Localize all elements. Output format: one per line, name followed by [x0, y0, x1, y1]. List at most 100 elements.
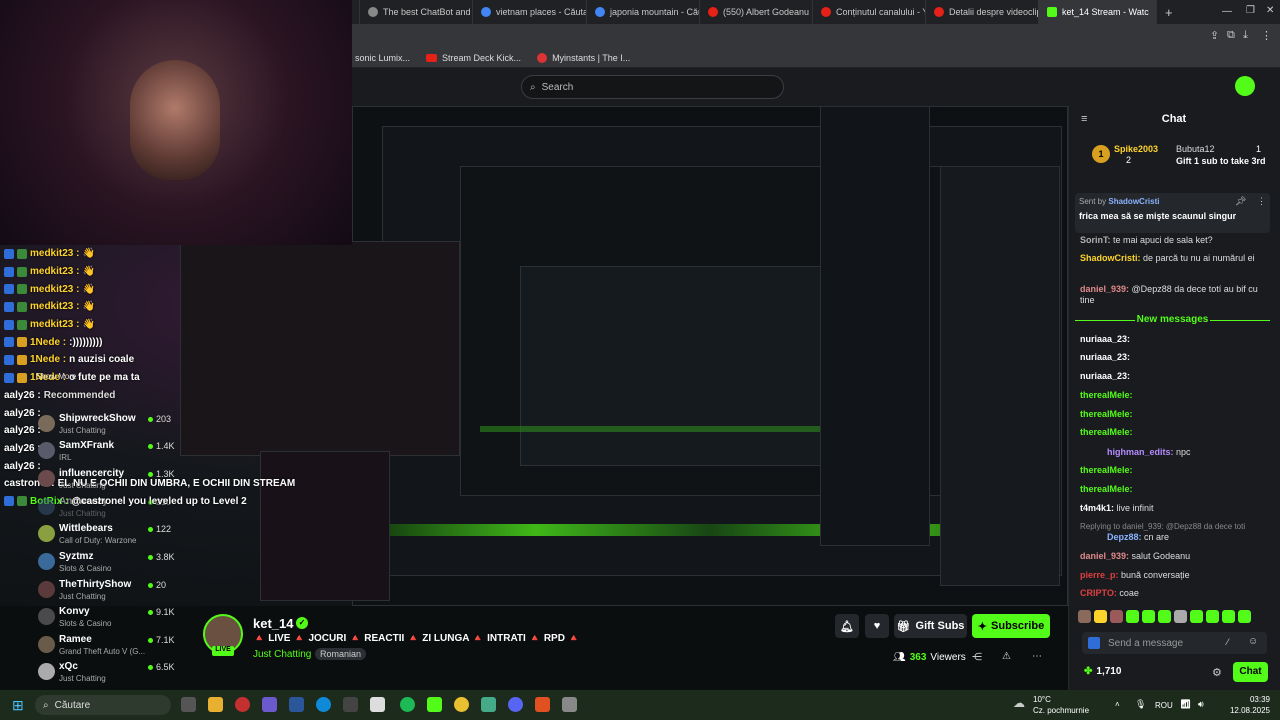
- gift-subs-button[interactable]: 🎁︎ Gift Subs: [894, 614, 967, 638]
- microphone-icon[interactable]: 🎙︎: [1135, 699, 1146, 710]
- user-avatar[interactable]: [1235, 76, 1255, 96]
- recommended-channel[interactable]: influencercity Just Chatting 1.3K: [38, 466, 178, 493]
- streamer-face: [130, 60, 220, 180]
- recommended-channel[interactable]: SamXFrank IRL 1.4K: [38, 438, 178, 465]
- weather-widget[interactable]: 10°C Cz. pochmurnie: [1033, 694, 1089, 716]
- menu-icon[interactable]: ⋮: [1261, 29, 1272, 42]
- store-icon[interactable]: [370, 697, 385, 712]
- tab-vietnam[interactable]: vietnam places - Căuta: [473, 0, 587, 24]
- emote-icon[interactable]: [1142, 610, 1155, 623]
- edge-icon[interactable]: [316, 697, 331, 712]
- tab-albert[interactable]: (550) Albert Godeanu: [700, 0, 813, 24]
- chat-input[interactable]: Send a message ⁄ ☺: [1082, 632, 1267, 654]
- close-icon[interactable]: ✕: [1266, 5, 1274, 16]
- emote-icon[interactable]: [1078, 610, 1091, 623]
- volume-icon[interactable]: 🔊︎: [1198, 699, 1204, 710]
- overlay-chat-line: medkit23 : 👋: [0, 316, 290, 334]
- badge-icon: [17, 266, 27, 277]
- chat-message: nuriaaa_23:: [1080, 371, 1131, 381]
- badge-icon: [4, 372, 14, 383]
- chrome-icon[interactable]: [454, 697, 469, 712]
- more-options-icon[interactable]: ⋯: [1032, 651, 1042, 662]
- emote-icon[interactable]: [1174, 610, 1187, 623]
- recommended-channel[interactable]: Wittlebears Call of Duty: Warzone 122: [38, 521, 178, 548]
- subscribe-button[interactable]: ✦ Subscribe: [972, 614, 1050, 638]
- show-more-link[interactable]: Show More: [36, 372, 76, 381]
- notification-button[interactable]: 🔔︎: [835, 614, 859, 638]
- tab-continutul[interactable]: Conținutul canalului - Y: [813, 0, 926, 24]
- recommended-channel[interactable]: xQc Just Chatting 6.5K: [38, 659, 178, 686]
- app-icon[interactable]: [343, 697, 358, 712]
- verified-icon: ✓: [296, 617, 308, 629]
- emote-icon[interactable]: [1222, 610, 1235, 623]
- collapse-chat-icon[interactable]: ≡: [1081, 113, 1087, 125]
- system-clock[interactable]: 03:39 12.08.2025: [1218, 694, 1270, 716]
- channel-points[interactable]: ✤ 1,710: [1084, 666, 1121, 677]
- recommended-channel[interactable]: Konvy Slots & Casino 9.1K: [38, 604, 178, 631]
- follow-button[interactable]: ♥: [865, 614, 889, 638]
- teams-icon[interactable]: [262, 697, 277, 712]
- search-input[interactable]: ⌕ Search: [521, 75, 784, 99]
- pinned-message: Sent by ShadowCristi frica mea să se miş…: [1075, 193, 1270, 233]
- app-icon[interactable]: [481, 697, 496, 712]
- chevron-up-icon[interactable]: ˄: [1115, 700, 1120, 709]
- bookmark-streamdeck[interactable]: Stream Deck Kick...: [426, 53, 521, 63]
- channel-name[interactable]: ket_14: [253, 616, 293, 631]
- minimize-icon[interactable]: —: [1222, 6, 1232, 17]
- taskbar-search[interactable]: ⌕ Căutare: [35, 695, 171, 715]
- restore-icon[interactable]: ❐: [1246, 5, 1255, 16]
- language-tag[interactable]: Romanian: [315, 648, 367, 660]
- share-icon[interactable]: ⇪: [1210, 29, 1219, 42]
- recommended-channel[interactable]: TheThirtyShow Just Chatting 20: [38, 577, 178, 604]
- new-tab-button[interactable]: +: [1157, 0, 1181, 24]
- overlay-chat-line: medkit23 : 👋: [0, 245, 290, 263]
- download-icon[interactable]: ⤓: [1243, 29, 1248, 42]
- emoji-icon[interactable]: ☺: [1248, 636, 1258, 647]
- pin-icon[interactable]: 📌︎: [1235, 196, 1246, 207]
- word-icon[interactable]: [289, 697, 304, 712]
- tab-ket14[interactable]: ket_14 Stream - Watc: [1039, 0, 1157, 24]
- kick-app-icon[interactable]: [427, 697, 442, 712]
- recommended-channel[interactable]: Ramee Grand Theft Auto V (G... 7.1K: [38, 632, 178, 659]
- wifi-icon[interactable]: 📶︎: [1180, 699, 1191, 710]
- recommended-channel[interactable]: Andweezy Just Chatting 210: [38, 494, 178, 521]
- discord-icon[interactable]: [508, 697, 523, 712]
- app-icon[interactable]: [535, 697, 550, 712]
- bookmark-lumix[interactable]: sonic Lumix...: [355, 53, 410, 63]
- recommended-channel[interactable]: Syztmz Slots & Casino 3.8K: [38, 549, 178, 576]
- live-dot-icon: [148, 416, 153, 422]
- emote-icon[interactable]: [1190, 610, 1203, 623]
- overlay-chat-line: medkit23 : 👋: [0, 298, 290, 316]
- emote-icon[interactable]: [1094, 610, 1107, 623]
- spotify-icon[interactable]: [400, 697, 415, 712]
- windows-start-icon[interactable]: ⊞: [12, 697, 24, 714]
- app-icon[interactable]: [562, 697, 577, 712]
- send-chat-button[interactable]: Chat: [1233, 662, 1268, 682]
- file-explorer-icon[interactable]: [208, 697, 223, 712]
- emote-icon[interactable]: [1158, 610, 1171, 623]
- recommended-channel[interactable]: ShipwreckShow Just Chatting 203: [38, 411, 178, 438]
- emote-icon[interactable]: [1238, 610, 1251, 623]
- report-icon[interactable]: ⚠: [1002, 651, 1011, 662]
- tab-chatbot[interactable]: The best ChatBot and V: [360, 0, 473, 24]
- language-indicator[interactable]: ROU: [1155, 701, 1173, 710]
- tab-japonia[interactable]: japonia mountain - Căut: [587, 0, 700, 24]
- task-view-icon[interactable]: [181, 697, 196, 712]
- chat-message: nuriaaa_23:: [1080, 334, 1131, 344]
- share-icon[interactable]: ⋲: [972, 652, 982, 663]
- gear-icon[interactable]: ⚙: [1212, 666, 1222, 679]
- chat-message: pierre_p: bună conversație: [1080, 570, 1190, 580]
- tab-detalii[interactable]: Detalii despre videoclip: [926, 0, 1039, 24]
- new-messages-divider[interactable]: New messages: [1075, 314, 1270, 325]
- emote-icon[interactable]: [1126, 610, 1139, 623]
- emote-icon[interactable]: [1206, 610, 1219, 623]
- more-icon[interactable]: ⋮: [1257, 196, 1266, 207]
- emote-bar: [1078, 610, 1270, 626]
- extension-icon[interactable]: ⧉: [1227, 29, 1235, 42]
- command-icon[interactable]: ⁄: [1227, 637, 1229, 647]
- stream-category[interactable]: Just Chatting: [253, 649, 311, 660]
- obs-icon[interactable]: [235, 697, 250, 712]
- emote-icon[interactable]: [1110, 610, 1123, 623]
- overlay-chat-line: aaly26 : Recommended: [4, 389, 116, 401]
- bookmark-myinstants[interactable]: Myinstants | The I...: [537, 52, 630, 63]
